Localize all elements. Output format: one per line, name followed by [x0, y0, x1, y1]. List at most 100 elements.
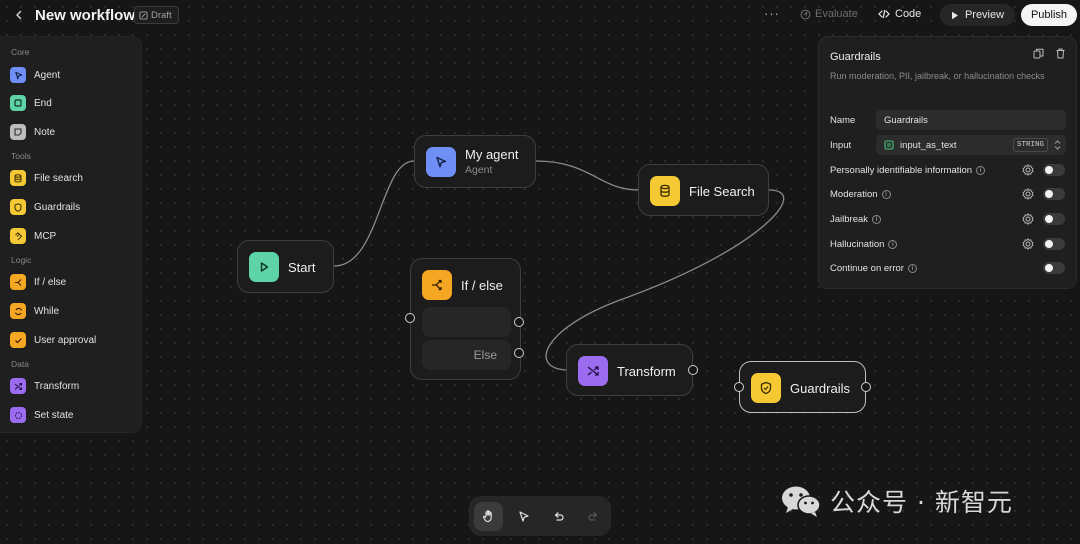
info-icon[interactable]: i — [907, 264, 917, 273]
publish-button[interactable]: Publish — [1021, 4, 1077, 26]
section-core: Core — [11, 47, 30, 57]
shuffle-icon — [10, 378, 26, 394]
agent-icon — [10, 67, 26, 83]
workflow-title[interactable]: New workflow — [35, 7, 135, 24]
info-icon[interactable]: i — [976, 166, 986, 175]
info-icon[interactable]: i — [872, 215, 882, 224]
palette-label: User approval — [34, 334, 97, 346]
pencil-icon — [139, 10, 148, 20]
back-button[interactable] — [10, 6, 28, 24]
node-my-agent[interactable]: My agent Agent — [414, 135, 536, 188]
section-data: Data — [11, 359, 29, 369]
gear-icon[interactable] — [1022, 188, 1034, 200]
variable-icon — [884, 140, 894, 150]
stop-square-icon — [10, 95, 26, 111]
gear-icon[interactable] — [1022, 213, 1034, 225]
if-else-input-port[interactable] — [405, 313, 415, 323]
palette-item-note[interactable]: Note — [10, 122, 55, 142]
hallucination-toggle[interactable] — [1043, 238, 1065, 250]
preview-button[interactable]: Preview — [940, 4, 1015, 26]
node-type: Agent — [465, 164, 493, 176]
code-label: Code — [895, 8, 922, 20]
gear-icon[interactable] — [1022, 164, 1034, 176]
hand-icon — [482, 510, 492, 523]
edge-filesearch-transform — [545, 189, 785, 371]
state-icon — [10, 407, 26, 423]
pan-tool-button[interactable] — [474, 501, 503, 531]
palette-label: Note — [34, 126, 56, 138]
moderation-toggle[interactable] — [1043, 188, 1065, 200]
preview-label: Preview — [964, 9, 1005, 21]
wechat-icon — [782, 486, 821, 517]
code-button[interactable]: Code — [878, 8, 921, 20]
continue-on-error-toggle[interactable] — [1043, 262, 1065, 274]
node-label: If / else — [461, 278, 503, 293]
palette-item-file-search[interactable]: File search — [10, 168, 83, 188]
info-icon[interactable]: i — [888, 240, 898, 249]
note-icon — [10, 124, 26, 140]
node-label: My agent — [465, 147, 519, 162]
branch-icon — [422, 270, 452, 300]
else-label: Else — [473, 348, 497, 362]
draft-label: Draft — [151, 9, 172, 21]
node-label: Guardrails — [790, 381, 850, 396]
jailbreak-toggle[interactable] — [1043, 213, 1065, 225]
node-file-search[interactable]: File Search — [638, 164, 769, 216]
palette-item-end[interactable]: End — [10, 93, 52, 113]
check-pii-row: Personally identifiable information i — [830, 165, 986, 176]
if-branch-output-port[interactable] — [514, 317, 524, 327]
palette-label: Agent — [34, 69, 61, 81]
canvas-toolbar — [469, 496, 611, 536]
evaluate-icon — [800, 9, 811, 19]
shuffle-icon — [578, 356, 608, 386]
info-icon[interactable]: i — [881, 190, 891, 199]
input-variable-select[interactable]: input_as_text STRING — [876, 135, 1066, 155]
palette-item-set-state[interactable]: Set state — [10, 405, 73, 425]
check-label: Personally identifiable information — [830, 165, 973, 176]
palette-label: MCP — [34, 230, 57, 242]
node-if-else[interactable]: If / else Else — [410, 258, 521, 380]
palette-item-while[interactable]: While — [10, 301, 59, 321]
database-icon — [650, 176, 680, 206]
palette-label: End — [34, 97, 52, 109]
if-branch[interactable] — [422, 307, 511, 337]
undo-button[interactable] — [544, 502, 573, 531]
section-logic: Logic — [11, 255, 32, 265]
pii-toggle[interactable] — [1043, 164, 1065, 176]
duplicate-icon[interactable] — [1033, 48, 1044, 59]
node-start[interactable]: Start — [237, 240, 334, 293]
check-jailbreak-row: Jailbreak i — [830, 214, 882, 225]
guardrails-output-port[interactable] — [861, 382, 871, 392]
palette-item-if-else[interactable]: If / else — [10, 272, 66, 292]
node-guardrails[interactable]: Guardrails — [739, 361, 866, 413]
node-transform[interactable]: Transform — [566, 344, 693, 396]
redo-icon — [588, 511, 598, 521]
palette-item-mcp[interactable]: MCP — [10, 226, 56, 246]
else-branch-output-port[interactable] — [514, 348, 524, 358]
guardrails-input-port[interactable] — [734, 382, 744, 392]
palette-item-user-approval[interactable]: User approval — [10, 330, 96, 350]
else-branch[interactable]: Else — [422, 340, 511, 370]
palette-item-transform[interactable]: Transform — [10, 376, 79, 396]
name-input[interactable] — [876, 110, 1066, 130]
trash-icon[interactable] — [1055, 48, 1066, 59]
code-icon — [878, 9, 890, 19]
gear-icon[interactable] — [1022, 238, 1034, 250]
mcp-icon — [10, 228, 26, 244]
check-label: Jailbreak — [830, 214, 869, 225]
palette-item-agent[interactable]: Agent — [10, 65, 60, 85]
draft-badge: Draft — [134, 6, 179, 24]
shield-icon — [751, 373, 781, 403]
evaluate-button[interactable]: Evaluate — [800, 8, 858, 20]
more-options-button[interactable]: ··· — [764, 6, 780, 21]
chevron-updown-icon — [1054, 140, 1061, 150]
palette-label: File search — [34, 172, 83, 184]
redo-button[interactable] — [579, 502, 608, 531]
check-label: Moderation — [830, 189, 878, 200]
transform-output-port[interactable] — [688, 365, 698, 375]
node-label: Start — [288, 260, 316, 275]
check-moderation-row: Moderation i — [830, 189, 891, 200]
inspector-title: Guardrails — [830, 51, 881, 63]
select-tool-button[interactable] — [509, 502, 538, 531]
palette-item-guardrails[interactable]: Guardrails — [10, 197, 80, 217]
